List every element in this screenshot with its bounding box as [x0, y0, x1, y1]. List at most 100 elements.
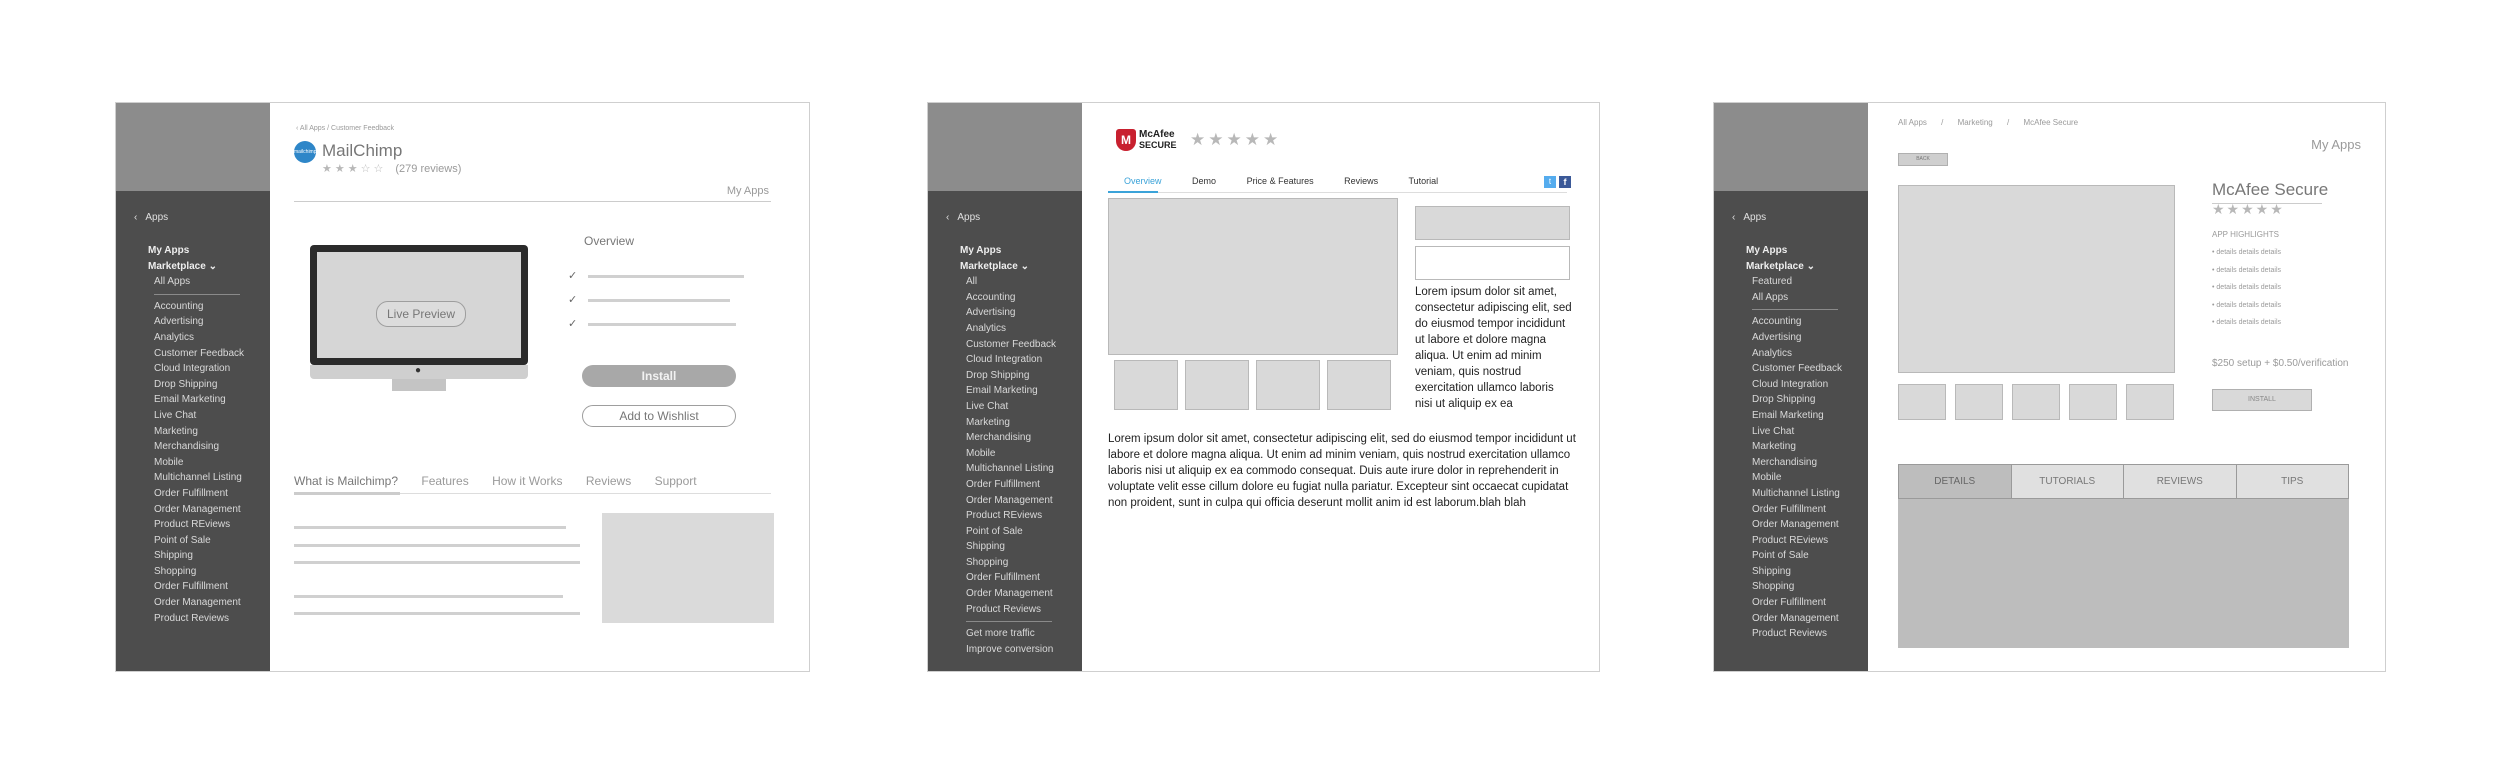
sidebar-item-accounting[interactable]: Accounting [960, 290, 1072, 306]
thumbnail-placeholder[interactable] [2012, 384, 2060, 420]
sidebar-item-product-reviews[interactable]: Product Reviews [1746, 626, 1858, 642]
sidebar-item-multichannel-listing[interactable]: Multichannel Listing [148, 470, 260, 486]
sidebar-item-drop-shipping[interactable]: Drop Shipping [1746, 392, 1858, 408]
tab-features[interactable]: Features [421, 474, 468, 488]
sidebar-item-shipping[interactable]: Shipping [1746, 564, 1858, 580]
my-apps-link[interactable]: My Apps [2311, 137, 2361, 152]
sidebar-item-order-fulfillment[interactable]: Order Fulfillment [148, 579, 260, 595]
sidebar-item-customer-feedback[interactable]: Customer Feedback [1746, 361, 1858, 377]
sidebar-item-mobile[interactable]: Mobile [148, 455, 260, 471]
back-button[interactable]: BACK [1898, 153, 1948, 166]
tab-how-it-works[interactable]: How it Works [492, 474, 562, 488]
sidebar-item-multichannel-listing[interactable]: Multichannel Listing [1746, 486, 1858, 502]
sidebar-item-email-marketing[interactable]: Email Marketing [960, 383, 1072, 399]
sidebar-item-product-reviews[interactable]: Product REviews [1746, 533, 1858, 549]
sidebar-item-point-of-sale[interactable]: Point of Sale [960, 524, 1072, 540]
tab-details[interactable]: DETAILS [1899, 465, 2012, 498]
sidebar-item-order-management[interactable]: Order Management [148, 502, 260, 518]
sidebar-item-order-fulfillment[interactable]: Order Fulfillment [960, 477, 1072, 493]
sidebar-item-accounting[interactable]: Accounting [148, 299, 260, 315]
sidebar-item-mobile[interactable]: Mobile [960, 446, 1072, 462]
sidebar-item-point-of-sale[interactable]: Point of Sale [1746, 548, 1858, 564]
sidebar-item-shipping[interactable]: Shipping [148, 548, 260, 564]
sidebar-item-advertising[interactable]: Advertising [960, 305, 1072, 321]
sidebar-item-all-apps[interactable]: All Apps [148, 274, 260, 290]
sidebar-item-order-fulfillment[interactable]: Order Fulfillment [148, 486, 260, 502]
sidebar-item-marketplace[interactable]: Marketplace ⌄ [1746, 259, 1858, 275]
install-button[interactable]: INSTALL [2212, 389, 2312, 411]
sidebar-item-merchandising[interactable]: Merchandising [1746, 455, 1858, 471]
sidebar-item-mobile[interactable]: Mobile [1746, 470, 1858, 486]
thumbnail-placeholder[interactable] [1327, 360, 1391, 410]
sidebar-item-marketplace[interactable]: Marketplace ⌄ [960, 259, 1072, 275]
wishlist-button[interactable]: Add to Wishlist [582, 405, 736, 427]
sidebar-item-featured[interactable]: Featured [1746, 274, 1858, 290]
facebook-icon[interactable]: f [1559, 176, 1571, 188]
sidebar-item-marketing[interactable]: Marketing [148, 424, 260, 440]
sidebar-item-improve-conversion[interactable]: Improve conversion [960, 642, 1072, 658]
sidebar-item-my-apps[interactable]: My Apps [1746, 243, 1858, 259]
tab-price-features[interactable]: Price & Features [1247, 176, 1314, 186]
sidebar-back-apps[interactable]: ‹ Apps [134, 212, 168, 223]
sidebar-item-order-fulfillment[interactable]: Order Fulfillment [1746, 502, 1858, 518]
sidebar-item-shipping[interactable]: Shipping [960, 539, 1072, 555]
sidebar-item-advertising[interactable]: Advertising [148, 314, 260, 330]
sidebar-item-order-management[interactable]: Order Management [1746, 611, 1858, 627]
tab-demo[interactable]: Demo [1192, 176, 1216, 186]
live-preview-button[interactable]: Live Preview [376, 301, 466, 327]
sidebar-item-order-management[interactable]: Order Management [1746, 517, 1858, 533]
sidebar-item-analytics[interactable]: Analytics [1746, 346, 1858, 362]
sidebar-item-live-chat[interactable]: Live Chat [1746, 424, 1858, 440]
thumbnail-placeholder[interactable] [1898, 384, 1946, 420]
sidebar-item-analytics[interactable]: Analytics [960, 321, 1072, 337]
tab-reviews[interactable]: Reviews [586, 474, 631, 488]
sidebar-item-product-reviews[interactable]: Product REviews [960, 508, 1072, 524]
sidebar-item-cloud-integration[interactable]: Cloud Integration [960, 352, 1072, 368]
sidebar-item-customer-feedback[interactable]: Customer Feedback [960, 337, 1072, 353]
thumbnail-placeholder[interactable] [1256, 360, 1320, 410]
action-box-placeholder[interactable] [1415, 206, 1570, 240]
sidebar-item-analytics[interactable]: Analytics [148, 330, 260, 346]
sidebar-item-shopping[interactable]: Shopping [1746, 579, 1858, 595]
sidebar-item-live-chat[interactable]: Live Chat [960, 399, 1072, 415]
install-button[interactable]: Install [582, 365, 736, 387]
thumbnail-placeholder[interactable] [2126, 384, 2174, 420]
sidebar-item-shopping[interactable]: Shopping [960, 555, 1072, 571]
sidebar-back-apps[interactable]: ‹ Apps [946, 212, 980, 223]
tab-tutorial[interactable]: Tutorial [1408, 176, 1438, 186]
sidebar-item-drop-shipping[interactable]: Drop Shipping [960, 368, 1072, 384]
sidebar-item-all-apps[interactable]: All Apps [1746, 290, 1858, 306]
sidebar-item-multichannel-listing[interactable]: Multichannel Listing [960, 461, 1072, 477]
sidebar-item-order-management[interactable]: Order Management [960, 586, 1072, 602]
sidebar-item-advertising[interactable]: Advertising [1746, 330, 1858, 346]
my-apps-link[interactable]: My Apps [727, 185, 769, 197]
sidebar-item-my-apps[interactable]: My Apps [148, 243, 260, 259]
sidebar-item-cloud-integration[interactable]: Cloud Integration [1746, 377, 1858, 393]
sidebar-item-cloud-integration[interactable]: Cloud Integration [148, 361, 260, 377]
sidebar-item-merchandising[interactable]: Merchandising [148, 439, 260, 455]
thumbnail-placeholder[interactable] [1114, 360, 1178, 410]
sidebar-item-shopping[interactable]: Shopping [148, 564, 260, 580]
sidebar-item-accounting[interactable]: Accounting [1746, 314, 1858, 330]
tab-what-is-mailchimp[interactable]: What is Mailchimp? [294, 474, 398, 488]
breadcrumb[interactable]: ‹ All Apps / Customer Feedback [296, 125, 394, 132]
thumbnail-placeholder[interactable] [1955, 384, 2003, 420]
tab-tips[interactable]: TIPS [2236, 465, 2348, 498]
sidebar-back-apps[interactable]: ‹ Apps [1732, 212, 1766, 223]
sidebar-item-merchandising[interactable]: Merchandising [960, 430, 1072, 446]
thumbnail-placeholder[interactable] [2069, 384, 2117, 420]
twitter-icon[interactable]: t [1544, 176, 1556, 188]
thumbnail-placeholder[interactable] [1185, 360, 1249, 410]
sidebar-item-order-management[interactable]: Order Management [960, 493, 1072, 509]
tab-tutorials[interactable]: TUTORIALS [2011, 465, 2124, 498]
sidebar-item-marketplace[interactable]: Marketplace ⌄ [148, 259, 260, 275]
sidebar-item-email-marketing[interactable]: Email Marketing [148, 392, 260, 408]
sidebar-item-product-reviews[interactable]: Product Reviews [148, 611, 260, 627]
tab-reviews[interactable]: Reviews [1344, 176, 1378, 186]
sidebar-item-customer-feedback[interactable]: Customer Feedback [148, 346, 260, 362]
sidebar-item-marketing[interactable]: Marketing [960, 415, 1072, 431]
sidebar-item-product-reviews[interactable]: Product REviews [148, 517, 260, 533]
tab-reviews[interactable]: REVIEWS [2124, 465, 2237, 498]
tab-overview[interactable]: Overview [1124, 176, 1162, 186]
sidebar-item-order-fulfillment[interactable]: Order Fulfillment [1746, 595, 1858, 611]
